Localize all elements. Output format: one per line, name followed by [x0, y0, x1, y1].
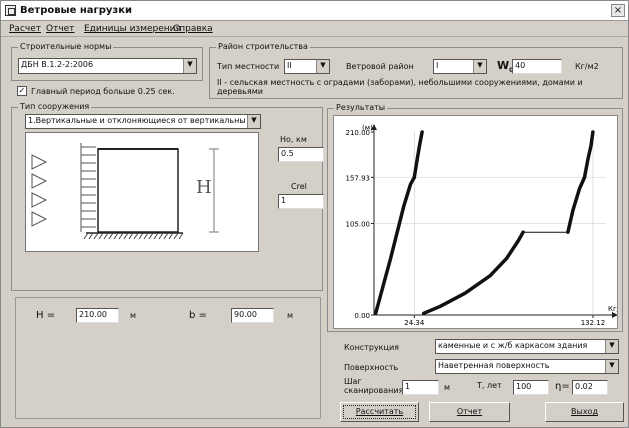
- terrain-type-value: II: [287, 61, 292, 70]
- norms-select-value: ДБН В.1.2-2:2006: [21, 60, 94, 69]
- w0-input[interactable]: 40: [512, 59, 562, 74]
- wind-arrow-icon: [31, 192, 48, 208]
- report-button[interactable]: Отчет: [429, 402, 510, 422]
- structure-type-select[interactable]: 1.Вертикальные и отклоняющиеся от вертик…: [25, 114, 261, 129]
- menu-bar: Расчет Отчет Единицы измерения Справка: [1, 22, 628, 37]
- menu-report[interactable]: Отчет: [46, 24, 74, 34]
- scan-step-label-line2: сканирования: [344, 386, 404, 395]
- eta-input[interactable]: 0.02: [572, 380, 608, 395]
- structure-sketch: H: [25, 132, 259, 252]
- width-input[interactable]: 90.00: [231, 308, 274, 323]
- y-axis-label: (м): [362, 124, 373, 132]
- structure-group-title: Тип сооружения: [18, 102, 92, 111]
- wind-arrow-icon: [31, 154, 48, 170]
- chevron-down-icon: ▼: [316, 60, 329, 73]
- results-chart: 0.00105.00157.93210.0024.34132.12(м)Кг/м…: [333, 115, 618, 329]
- menu-units[interactable]: Единицы измерения: [84, 24, 181, 34]
- y-tick-label: 105.00: [346, 221, 371, 229]
- results-group-title: Результаты: [334, 103, 388, 112]
- w0-label: W0: [497, 59, 513, 74]
- eta-label: η=: [555, 381, 570, 392]
- terrain-type-label: Тип местности: [217, 62, 280, 71]
- structure-sketch-drawing: [31, 143, 219, 240]
- structure-type-value: 1.Вертикальные и отклоняющиеся от вертик…: [28, 116, 246, 125]
- dimensions-panel: [15, 297, 321, 419]
- chevron-down-icon: ▼: [247, 115, 260, 128]
- main-period-label: Главный период больше 0.25 сек.: [31, 87, 175, 96]
- window-title: Ветровые нагрузки: [20, 5, 133, 16]
- surface-select[interactable]: Наветренная поверхность ▼: [435, 359, 619, 374]
- w0-unit: Кг/м2: [575, 62, 599, 71]
- series-line-3: [421, 230, 525, 316]
- main-period-checkbox[interactable]: ✓: [17, 86, 27, 96]
- wind-arrow-icon: [31, 173, 48, 189]
- building-outline: [97, 148, 179, 233]
- h0-input[interactable]: 0.5: [278, 147, 324, 162]
- series-line-6: [582, 130, 595, 180]
- series-line-5: [566, 175, 587, 234]
- chevron-down-icon: ▼: [473, 60, 486, 73]
- construction-select[interactable]: каменные и с ж/б каркасом здания ▼: [435, 339, 619, 354]
- h0-label: Но, км: [280, 135, 307, 144]
- norms-group-title: Строительные нормы: [18, 42, 114, 51]
- wind-region-select[interactable]: I ▼: [433, 59, 487, 74]
- close-button[interactable]: ×: [611, 4, 625, 17]
- menu-calc[interactable]: Расчет: [9, 24, 41, 34]
- width-unit: м: [287, 311, 294, 320]
- region-group-title: Район строительства: [216, 42, 310, 51]
- scan-step-label-line1: Шаг: [344, 377, 362, 386]
- chevron-down-icon: ▼: [183, 59, 196, 73]
- wind-arrow-icon: [31, 211, 48, 227]
- height-unit: м: [130, 311, 137, 320]
- height-symbol: H: [196, 177, 212, 198]
- terrain-type-select[interactable]: II ▼: [284, 59, 330, 74]
- scan-step-input[interactable]: 1: [402, 380, 439, 395]
- period-input[interactable]: 100: [513, 380, 549, 395]
- period-label: T, лет: [477, 381, 502, 390]
- crel-label: Crel: [291, 182, 307, 191]
- width-label: b =: [189, 310, 207, 321]
- crel-input[interactable]: 1: [278, 194, 324, 209]
- y-tick-label: 0.00: [354, 312, 370, 320]
- exit-button[interactable]: Выход: [545, 402, 624, 422]
- title-bar: Ветровые нагрузки ×: [1, 1, 628, 21]
- construction-value: каменные и с ж/б каркасом здания: [438, 341, 588, 350]
- menu-help[interactable]: Справка: [173, 24, 213, 34]
- app-icon: [5, 5, 16, 16]
- height-input[interactable]: 210.00: [76, 308, 119, 323]
- norms-select[interactable]: ДБН В.1.2-2:2006 ▼: [18, 58, 197, 74]
- chevron-down-icon: ▼: [605, 340, 618, 353]
- wind-region-label: Ветровой район: [346, 62, 414, 71]
- construction-label: Конструкция: [344, 343, 399, 352]
- series-line-1: [373, 175, 417, 316]
- y-tick-label: 157.93: [346, 174, 371, 182]
- chevron-down-icon: ▼: [605, 360, 618, 373]
- calculate-button[interactable]: Рассчитать: [340, 402, 419, 422]
- x-tick-label: 132.12: [581, 319, 606, 327]
- scan-step-unit: м: [444, 383, 451, 392]
- x-axis-label: Кг/м2: [608, 305, 618, 313]
- surface-value: Наветренная поверхность: [438, 361, 550, 370]
- wind-region-value: I: [436, 61, 439, 70]
- wind-loads-window: Ветровые нагрузки × Расчет Отчет Единицы…: [0, 0, 629, 428]
- terrain-description: II - сельская местность с оградами (забо…: [217, 78, 583, 96]
- surface-label: Поверхность: [344, 363, 399, 372]
- height-label: H =: [36, 310, 56, 321]
- x-tick-label: 24.34: [404, 319, 425, 327]
- series-line-2: [412, 130, 424, 180]
